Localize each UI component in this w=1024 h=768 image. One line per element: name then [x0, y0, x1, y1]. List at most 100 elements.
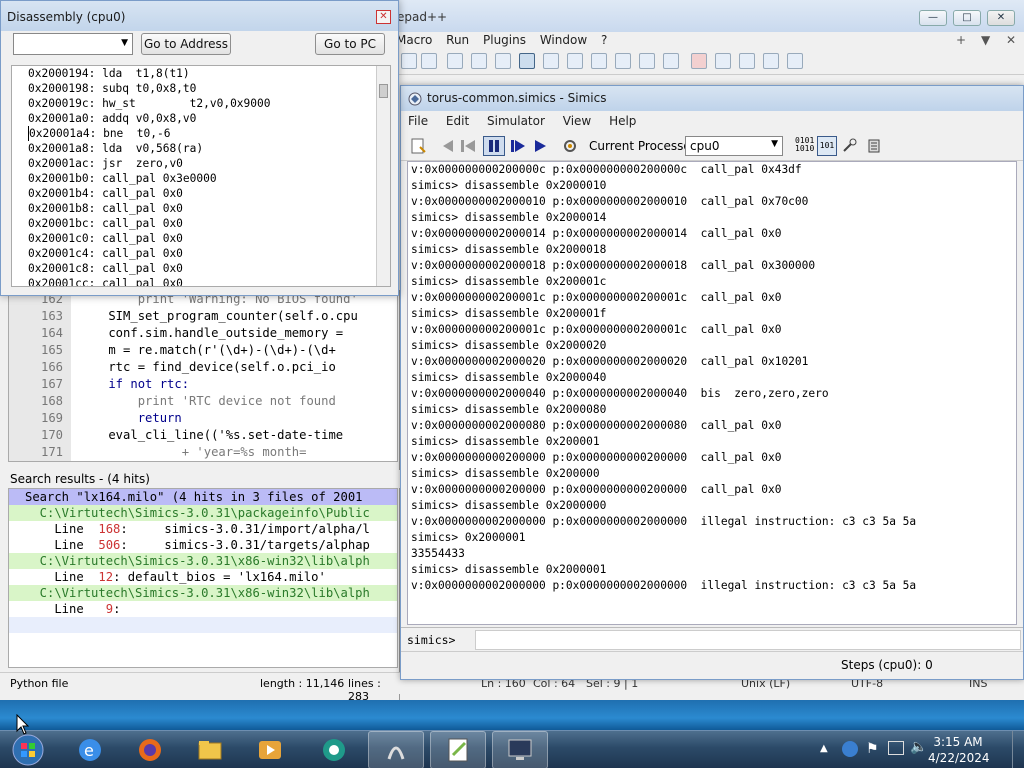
line-number: 169: [9, 410, 71, 427]
command-input[interactable]: [475, 630, 1021, 650]
notepadpp-taskbar-icon[interactable]: [430, 731, 486, 768]
show-desktop-button[interactable]: [1012, 731, 1024, 768]
hex-view-icon[interactable]: 101: [817, 136, 837, 156]
tools-icon[interactable]: [841, 137, 859, 155]
disassembly-line: 0x20001ac: jsr zero,v0: [28, 157, 183, 170]
menu-file[interactable]: File: [401, 111, 435, 131]
run-macro-icon[interactable]: [763, 53, 779, 69]
address-combobox[interactable]: ▼: [13, 33, 133, 55]
code-line: if not rtc:: [79, 377, 190, 391]
search-file-line[interactable]: C:\Virtutech\Simics-3.0.31\x86-win32\lib…: [9, 553, 397, 569]
play-macro-icon[interactable]: [739, 53, 755, 69]
chevron-down-icon: ▼: [771, 139, 778, 149]
system-clock[interactable]: 3:15 AM 4/22/2024: [928, 734, 990, 766]
save-macro-icon[interactable]: [787, 53, 803, 69]
disassembly-list[interactable]: 0x2000194: lda t1,8(t1) 0x2000198: subq …: [11, 65, 391, 287]
remote-desktop-icon[interactable]: [492, 731, 548, 768]
console-line: simics> disassemble 0x2000014: [411, 211, 607, 224]
simics-console-output[interactable]: v:0x000000000200000c p:0x000000000200000…: [407, 161, 1017, 625]
search-hit-line[interactable]: Line 9:: [9, 601, 397, 617]
disassembly-line: 0x20001cc: call_pal 0x0: [28, 277, 183, 287]
internet-explorer-icon[interactable]: e: [62, 731, 118, 768]
goto-address-button[interactable]: Go to Address: [141, 33, 231, 55]
maximize-button[interactable]: □: [953, 10, 981, 26]
new-tab-button[interactable]: +: [951, 32, 971, 49]
tab-list-button[interactable]: ▼: [976, 32, 995, 49]
toolbar-icon[interactable]: [663, 53, 679, 69]
toolbar-icon[interactable]: [421, 53, 437, 69]
search-file-line[interactable]: C:\Virtutech\Simics-3.0.31\packageinfo\P…: [9, 505, 397, 521]
menu-help[interactable]: ?: [596, 32, 612, 49]
menu-run[interactable]: Run: [441, 32, 474, 49]
line-number: 171: [9, 444, 71, 461]
search-file-line[interactable]: C:\Virtutech\Simics-3.0.31\x86-win32\lib…: [9, 585, 397, 601]
menu-view[interactable]: View: [556, 111, 598, 131]
search-hit-number: 168: [98, 522, 121, 536]
media-player-icon[interactable]: [242, 731, 298, 768]
console-line: simics> disassemble 0x2000020: [411, 339, 607, 352]
search-hit-line[interactable]: Line 168: simics-3.0.31/import/alpha/l: [9, 521, 397, 537]
menu-help[interactable]: Help: [602, 111, 643, 131]
simics-titlebar: torus-common.simics - Simics: [401, 86, 1023, 111]
goto-pc-button[interactable]: Go to PC: [315, 33, 385, 55]
code-editor[interactable]: 162 print 'Warning: No BIOS found' 163 S…: [8, 290, 398, 462]
close-icon[interactable]: ✕: [376, 10, 391, 24]
step-forward-icon[interactable]: [509, 137, 527, 155]
simics-taskbar-icon[interactable]: [368, 731, 424, 768]
memory-icon[interactable]: [865, 137, 883, 155]
reverse-step-icon[interactable]: [439, 137, 457, 155]
line-number: 167: [9, 376, 71, 393]
toolbar-icon[interactable]: [447, 53, 463, 69]
binary-view-icon[interactable]: 0101 1010: [795, 137, 814, 155]
notepadpp-menubar: Macro Run Plugins Window ? + ▼ ✕: [391, 32, 1024, 49]
start-button[interactable]: [0, 731, 56, 768]
disassembly-line-current: 0x20001a4: bne t0,-6: [28, 126, 390, 141]
disassembly-scrollbar[interactable]: [376, 66, 390, 286]
toolbar-icon[interactable]: [567, 53, 583, 69]
search-hit-prefix: Line: [25, 602, 106, 616]
network-sharing-icon[interactable]: [842, 741, 858, 757]
toolbar-icon[interactable]: [639, 53, 655, 69]
close-tab-button[interactable]: ✕: [1001, 32, 1021, 49]
search-hit-line[interactable]: Line 12: default_bios = 'lx164.milo': [9, 569, 397, 585]
run-icon[interactable]: [531, 137, 549, 155]
search-results-title: Search results - (4 hits): [10, 472, 150, 486]
show-hidden-icons-icon[interactable]: ▲: [820, 743, 828, 754]
pause-icon[interactable]: [483, 136, 505, 156]
file-explorer-icon[interactable]: [182, 731, 238, 768]
menu-window[interactable]: Window: [535, 32, 592, 49]
scrollbar-thumb[interactable]: [379, 84, 388, 98]
search-results-list[interactable]: Search "lx164.milo" (4 hits in 3 files o…: [8, 488, 398, 668]
toolbar-icon[interactable]: [401, 53, 417, 69]
volume-icon[interactable]: 🔈: [910, 739, 927, 755]
minimize-button[interactable]: —: [919, 10, 947, 26]
search-hit-line[interactable]: Line 506: simics-3.0.31/targets/alphap: [9, 537, 397, 553]
toolbar-icon[interactable]: [615, 53, 631, 69]
search-hit-text: : simics-3.0.31/import/alpha/l: [120, 522, 370, 536]
disassembly-line: 0x2000194: lda t1,8(t1): [28, 67, 190, 80]
media-center-icon[interactable]: [306, 731, 362, 768]
menu-simulator[interactable]: Simulator: [480, 111, 552, 131]
toolbar-icon[interactable]: [471, 53, 487, 69]
new-script-icon[interactable]: [409, 137, 427, 155]
processor-select[interactable]: cpu0 ▼: [685, 136, 783, 156]
firefox-icon[interactable]: [122, 731, 178, 768]
toolbar-icon[interactable]: [495, 53, 511, 69]
toolbar-icon[interactable]: [591, 53, 607, 69]
console-line: simics> disassemble 0x2000010: [411, 179, 607, 192]
record-macro-icon[interactable]: [691, 53, 707, 69]
search-query-line[interactable]: Search "lx164.milo" (4 hits in 3 files o…: [9, 489, 397, 505]
menu-plugins[interactable]: Plugins: [478, 32, 531, 49]
toolbar-icon[interactable]: [543, 53, 559, 69]
stop-macro-icon[interactable]: [715, 53, 731, 69]
action-center-flag-icon[interactable]: ⚑: [866, 741, 879, 757]
close-button[interactable]: ✕: [987, 10, 1015, 26]
reverse-continue-icon[interactable]: [459, 137, 477, 155]
menu-edit[interactable]: Edit: [439, 111, 476, 131]
disassembly-line: 0x20001b8: call_pal 0x0: [28, 202, 183, 215]
clock-date: 4/22/2024: [928, 751, 990, 765]
toolbar-icon[interactable]: [519, 53, 535, 69]
console-line: simics> disassemble 0x200001: [411, 435, 600, 448]
network-icon[interactable]: [888, 741, 904, 755]
console-line: simics> disassemble 0x2000000: [411, 499, 607, 512]
